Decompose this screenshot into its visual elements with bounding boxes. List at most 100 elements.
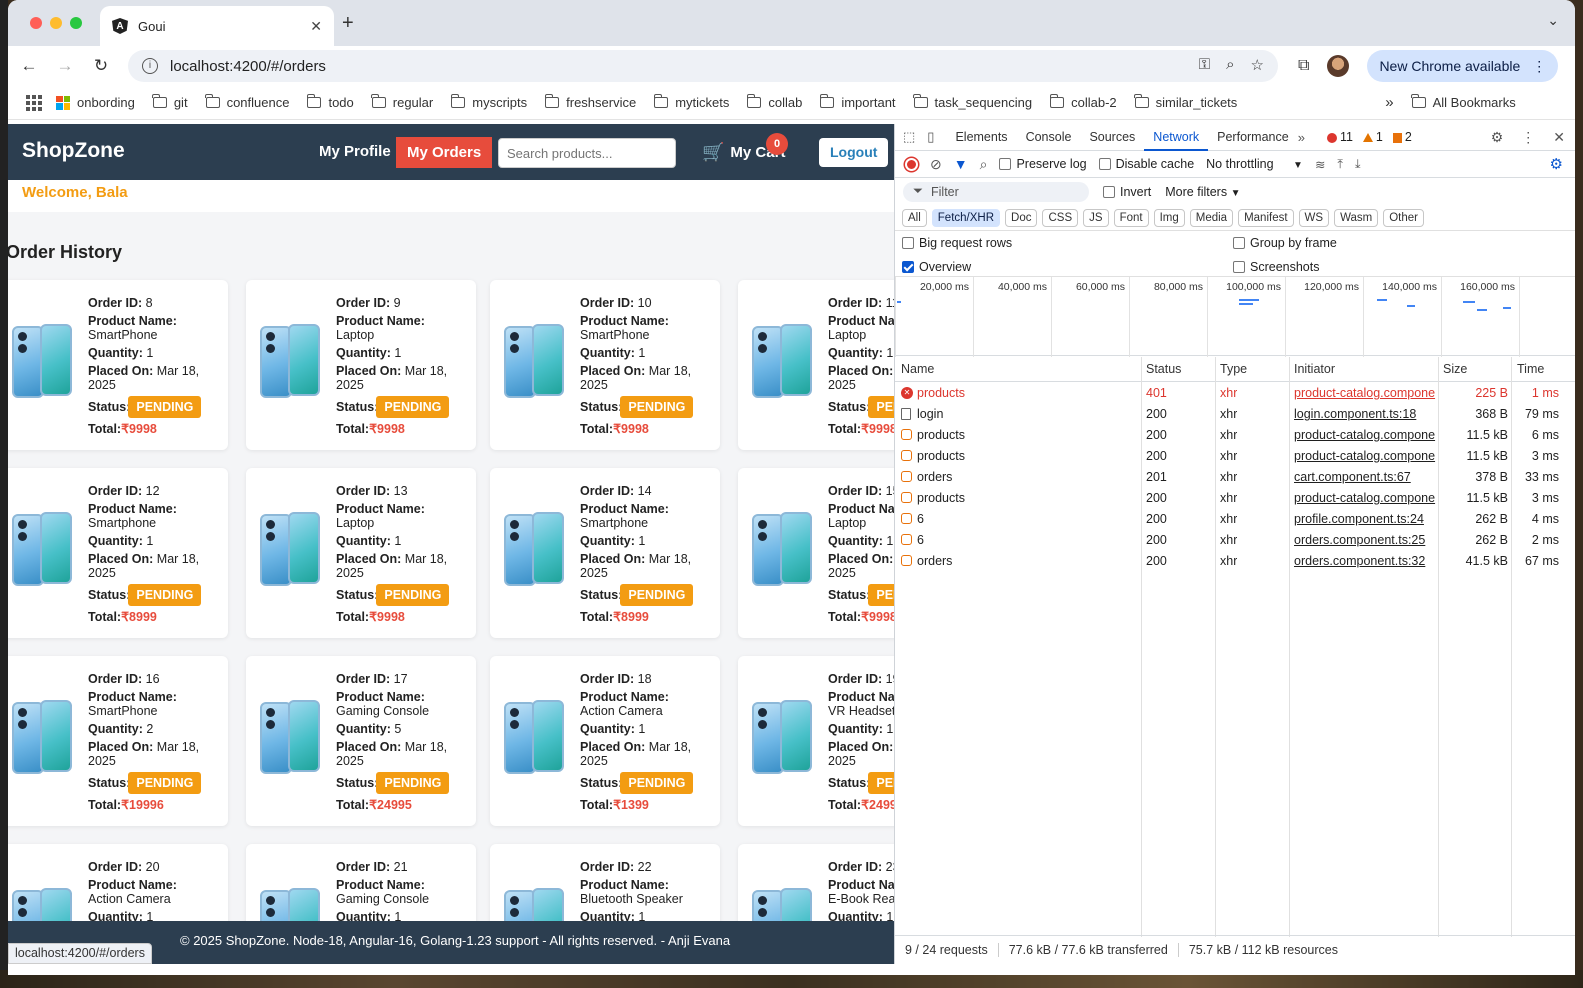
- bookmark-confluence[interactable]: confluence: [205, 94, 289, 110]
- type-filter-chip[interactable]: Manifest: [1238, 208, 1294, 227]
- nav-my-orders[interactable]: My Orders: [396, 137, 493, 168]
- request-initiator-link[interactable]: product-catalog.compone: [1294, 449, 1438, 463]
- type-filter-chip[interactable]: Img: [1153, 208, 1185, 227]
- nav-my-profile[interactable]: My Profile: [319, 143, 391, 160]
- bookmark-important[interactable]: important: [819, 94, 896, 110]
- col-name[interactable]: Name: [901, 362, 934, 376]
- filter-funnel-icon[interactable]: ▼: [954, 156, 968, 172]
- col-type[interactable]: Type: [1220, 362, 1247, 376]
- close-devtools-icon[interactable]: ✕: [1553, 129, 1565, 146]
- record-stop-icon[interactable]: [905, 157, 918, 171]
- inspect-element-icon[interactable]: ⬚: [903, 129, 915, 145]
- col-time[interactable]: Time: [1517, 362, 1544, 376]
- close-tab-icon[interactable]: ✕: [310, 18, 322, 35]
- network-request-row[interactable]: orders 201 xhr cart.component.ts:67 378 B 33 …: [895, 467, 1575, 488]
- disable-cache-checkbox[interactable]: Disable cache: [1098, 157, 1194, 171]
- network-request-row[interactable]: products 200 xhr product-catalog.compone 11.…: [895, 425, 1575, 446]
- type-filter-chip[interactable]: Font: [1113, 208, 1149, 227]
- site-info-icon[interactable]: i: [142, 58, 158, 74]
- tab-search-chevron-icon[interactable]: ⌄: [1547, 12, 1559, 29]
- big-request-rows-checkbox[interactable]: Big request rows: [902, 236, 1012, 250]
- kebab-menu-icon[interactable]: ⋮: [1532, 58, 1546, 75]
- more-filters-dropdown[interactable]: More filters ▼: [1165, 185, 1240, 199]
- logout-button[interactable]: Logout: [819, 138, 889, 167]
- network-conditions-wifi-icon[interactable]: ≋: [1315, 157, 1325, 172]
- request-initiator-link[interactable]: orders.component.ts:25: [1294, 533, 1438, 547]
- all-bookmarks[interactable]: All Bookmarks: [1411, 94, 1516, 110]
- request-initiator-link[interactable]: product-catalog.compone: [1294, 428, 1438, 442]
- address-bar[interactable]: i localhost:4200/#/orders ⚿ ⌕ ☆: [128, 50, 1278, 82]
- type-filter-chip[interactable]: WS: [1298, 208, 1330, 227]
- device-toolbar-icon[interactable]: ▯: [927, 129, 934, 145]
- bookmark-collab[interactable]: collab: [746, 94, 802, 110]
- zoom-icon[interactable]: ⌕: [1226, 56, 1234, 74]
- col-initiator[interactable]: Initiator: [1294, 362, 1335, 376]
- bookmark-freshservice[interactable]: freshservice: [544, 94, 636, 110]
- search-input[interactable]: [498, 138, 676, 168]
- type-filter-chip[interactable]: JS: [1083, 208, 1109, 227]
- search-icon[interactable]: ⌕: [980, 156, 988, 173]
- devtools-menu-icon[interactable]: ⋮: [1521, 129, 1535, 146]
- type-filter-chip[interactable]: Fetch/XHR: [931, 208, 1001, 227]
- group-by-frame-checkbox[interactable]: Group by frame: [1233, 236, 1337, 250]
- import-har-icon[interactable]: ⤒: [1337, 157, 1343, 172]
- settings-gear-icon[interactable]: ⚙: [1491, 129, 1504, 146]
- preserve-log-checkbox[interactable]: Preserve log: [999, 157, 1087, 171]
- more-bookmarks-chevron-icon[interactable]: »: [1385, 94, 1393, 111]
- new-tab-icon[interactable]: +: [342, 12, 354, 35]
- type-filter-chip[interactable]: Doc: [1005, 208, 1038, 227]
- new-chrome-available-button[interactable]: New Chrome available ⋮: [1367, 50, 1559, 82]
- overview-checkbox[interactable]: Overview: [902, 260, 971, 274]
- type-filter-chip[interactable]: CSS: [1042, 208, 1079, 227]
- bookmark-star-icon[interactable]: ☆: [1251, 56, 1264, 74]
- bookmark-task-sequencing[interactable]: task_sequencing: [913, 94, 1032, 110]
- apps-grid-icon[interactable]: [26, 94, 42, 111]
- request-initiator-link[interactable]: profile.component.ts:24: [1294, 512, 1438, 526]
- extensions-puzzle-icon[interactable]: ⧉: [1298, 57, 1309, 75]
- network-request-row[interactable]: products 200 xhr product-catalog.compone 11.…: [895, 446, 1575, 467]
- forward-arrow-icon[interactable]: →: [50, 56, 80, 76]
- bookmark-onbording[interactable]: onbording: [56, 95, 135, 110]
- col-size[interactable]: Size: [1443, 362, 1467, 376]
- minimize-window-button[interactable]: [50, 17, 62, 29]
- network-request-row[interactable]: 6 200 xhr orders.component.ts:25 262 B 2 ms: [895, 530, 1575, 551]
- bookmark-collab-2[interactable]: collab-2: [1049, 94, 1117, 110]
- request-initiator-link[interactable]: orders.component.ts:32: [1294, 554, 1438, 568]
- type-filter-chip[interactable]: All: [902, 208, 927, 227]
- bookmark-similar-tickets[interactable]: similar_tickets: [1134, 94, 1237, 110]
- network-request-row[interactable]: ✕ products 401 xhr product-catalog.compone 22…: [895, 383, 1575, 404]
- bookmark-regular[interactable]: regular: [371, 94, 433, 110]
- profile-avatar[interactable]: [1327, 55, 1350, 77]
- export-har-icon[interactable]: ⤓: [1355, 157, 1361, 172]
- network-request-row[interactable]: products 200 xhr product-catalog.compone 11.…: [895, 488, 1575, 509]
- request-initiator-link[interactable]: product-catalog.compone: [1294, 491, 1438, 505]
- issue-counts[interactable]: 11 1 2: [1326, 130, 1412, 144]
- network-request-row[interactable]: orders 200 xhr orders.component.ts:32 41.5 k…: [895, 551, 1575, 572]
- back-arrow-icon[interactable]: ←: [14, 56, 44, 76]
- network-settings-gear-icon[interactable]: ⚙: [1550, 155, 1563, 173]
- password-key-icon[interactable]: ⚿: [1199, 56, 1210, 74]
- browser-tab[interactable]: A Goui ✕: [100, 6, 334, 46]
- bookmark-todo[interactable]: todo: [306, 94, 354, 110]
- tab-elements[interactable]: Elements: [946, 124, 1016, 151]
- tab-performance[interactable]: Performance: [1208, 124, 1298, 151]
- bookmark-mytickets[interactable]: mytickets: [653, 94, 729, 110]
- network-request-row[interactable]: 6 200 xhr profile.component.ts:24 262 B 4 ms: [895, 509, 1575, 530]
- col-status[interactable]: Status: [1146, 362, 1181, 376]
- request-initiator-link[interactable]: product-catalog.compone: [1294, 386, 1438, 400]
- more-tabs-chevron-icon[interactable]: »: [1298, 130, 1305, 145]
- request-initiator-link[interactable]: cart.component.ts:67: [1294, 470, 1438, 484]
- bookmark-myscripts[interactable]: myscripts: [450, 94, 527, 110]
- bookmark-git[interactable]: git: [152, 94, 188, 110]
- close-window-button[interactable]: [30, 17, 42, 29]
- tab-console[interactable]: Console: [1017, 124, 1081, 151]
- screenshots-checkbox[interactable]: Screenshots: [1233, 260, 1319, 274]
- maximize-window-button[interactable]: [70, 17, 82, 29]
- request-initiator-link[interactable]: login.component.ts:18: [1294, 407, 1438, 421]
- throttling-select[interactable]: No throttling ▼: [1206, 157, 1303, 171]
- type-filter-chip[interactable]: Wasm: [1334, 208, 1379, 227]
- network-overview-timeline[interactable]: 20,000 ms 40,000 ms 60,000 ms 80,000 ms 100,…: [895, 276, 1575, 357]
- brand-logo[interactable]: ShopZone: [22, 139, 125, 163]
- reload-icon[interactable]: ↻: [86, 56, 116, 76]
- tab-sources[interactable]: Sources: [1080, 124, 1144, 151]
